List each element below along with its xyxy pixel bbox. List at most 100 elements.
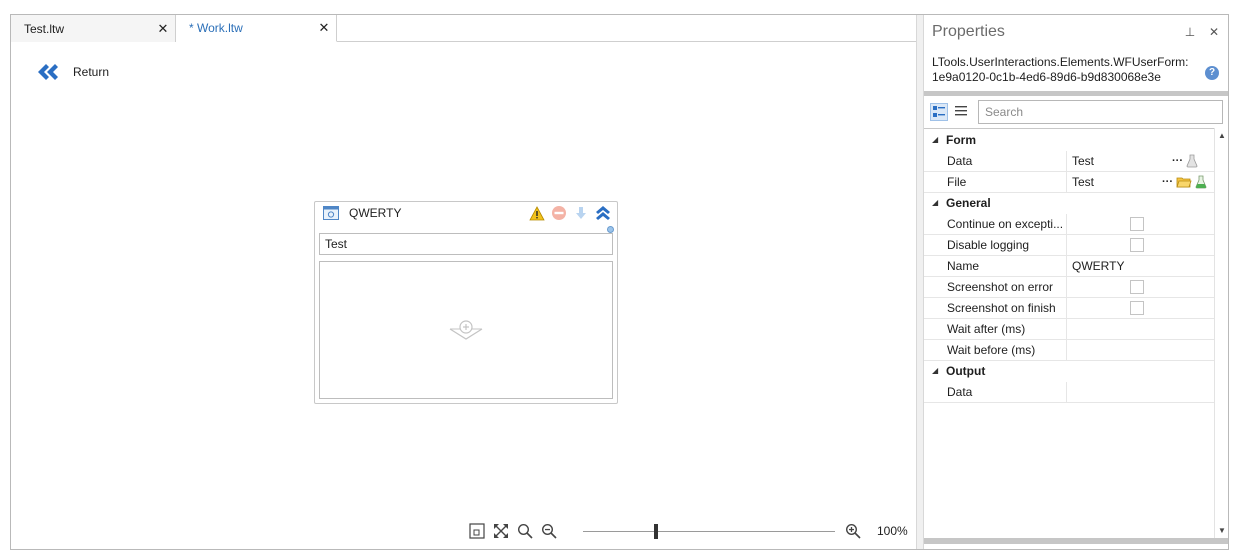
type-guid: 1e9a0120-0c1b-4ed6-89d6-b9d830068e3e <box>932 70 1161 84</box>
selected-object-type: LTools.UserInteractions.Elements.WFUserF… <box>932 55 1192 85</box>
close-icon[interactable]: ✕ <box>1204 25 1224 39</box>
screenshot-on-finish-checkbox[interactable] <box>1130 301 1144 315</box>
disable-logging-checkbox[interactable] <box>1130 238 1144 252</box>
property-name: Screenshot on error <box>947 277 1067 297</box>
category-output[interactable]: ◢ Output <box>924 361 1214 382</box>
property-row-wait-after[interactable]: Wait after (ms) <box>924 319 1214 340</box>
panel-title: Properties <box>932 23 1005 40</box>
magnifier-icon[interactable] <box>517 523 533 539</box>
form-window-icon <box>323 206 339 220</box>
return-button[interactable]: Return <box>35 63 109 81</box>
tab-close-icon[interactable]: ✕ <box>312 20 336 36</box>
flask-icon[interactable] <box>1186 154 1198 168</box>
expand-icon[interactable] <box>493 523 509 539</box>
activity-header: QWERTY <box>315 202 617 224</box>
tab-label: Test.ltw <box>24 21 65 36</box>
return-label: Return <box>73 65 110 79</box>
continue-on-exception-checkbox[interactable] <box>1130 217 1144 231</box>
type-name: LTools.UserInteractions.Elements.WFUserF… <box>932 55 1189 69</box>
panel-splitter[interactable] <box>916 15 924 549</box>
property-row-continue-on-exception[interactable]: Continue on excepti... <box>924 214 1214 235</box>
description-splitter[interactable] <box>924 538 1228 544</box>
zoom-slider-thumb[interactable] <box>654 524 659 539</box>
property-editors: ··· <box>1172 153 1198 169</box>
category-label: Form <box>946 133 976 147</box>
categorized-view-button[interactable] <box>930 103 948 121</box>
tab-close-icon[interactable]: ✕ <box>151 21 175 37</box>
zoom-toolbar: 100% <box>469 521 909 541</box>
property-name: File <box>947 172 1067 192</box>
property-row-disable-logging[interactable]: Disable logging <box>924 235 1214 256</box>
warning-icon[interactable] <box>529 205 545 221</box>
collapse-triangle-icon[interactable]: ◢ <box>932 135 938 144</box>
document-tab-strip: Test.ltw ✕ * Work.ltw ✕ <box>11 15 916 42</box>
zoom-out-icon[interactable] <box>541 523 557 539</box>
properties-header: Properties ⊥ ✕ <box>924 15 1228 49</box>
property-value[interactable] <box>1072 319 1172 339</box>
property-name: Wait after (ms) <box>947 319 1067 339</box>
folder-icon[interactable] <box>1176 175 1192 189</box>
collapse-chevron-up-icon[interactable] <box>595 205 611 221</box>
double-chevron-left-icon <box>38 64 58 80</box>
categorized-icon <box>933 106 945 117</box>
scroll-up-icon[interactable]: ▲ <box>1218 131 1226 140</box>
category-label: Output <box>946 364 986 378</box>
list-icon <box>955 106 967 116</box>
property-row-wait-before[interactable]: Wait before (ms) <box>924 340 1214 361</box>
pin-icon[interactable]: ⊥ <box>1180 25 1200 39</box>
property-row-file[interactable]: File Test ··· <box>924 172 1214 193</box>
alphabetical-view-button[interactable] <box>953 103 971 121</box>
property-name: Screenshot on finish <box>947 298 1067 318</box>
tab-work-ltw[interactable]: * Work.ltw ✕ <box>176 15 337 42</box>
activity-status-icons <box>529 205 611 221</box>
property-row-output-data[interactable]: Data <box>924 382 1214 403</box>
collapse-triangle-icon[interactable]: ◢ <box>932 366 938 375</box>
property-search-input[interactable]: Search <box>978 100 1223 124</box>
activity-title: QWERTY <box>349 206 402 220</box>
help-icon[interactable]: ? <box>1205 66 1219 80</box>
divider <box>924 91 1228 96</box>
error-disabled-icon[interactable] <box>551 205 567 221</box>
info-icon[interactable] <box>607 226 614 233</box>
properties-panel: Properties ⊥ ✕ LTools.UserInteractions.E… <box>924 15 1228 549</box>
green-flask-icon[interactable] <box>1195 175 1207 189</box>
property-value[interactable]: Test <box>1072 151 1172 171</box>
property-editors: ··· <box>1162 174 1207 190</box>
property-row-screenshot-on-error[interactable]: Screenshot on error <box>924 277 1214 298</box>
category-label: General <box>946 196 991 210</box>
property-row-name[interactable]: Name QWERTY <box>924 256 1214 277</box>
property-name: Wait before (ms) <box>947 340 1067 360</box>
add-activity-drop-icon[interactable] <box>448 318 484 342</box>
property-name: Disable logging <box>947 235 1067 255</box>
category-form[interactable]: ◢ Form <box>924 130 1214 151</box>
workflow-designer-canvas[interactable]: Return QWERTY Test 100% <box>11 43 916 549</box>
zoom-slider-track[interactable] <box>583 524 835 539</box>
user-form-activity[interactable]: QWERTY Test <box>314 201 618 404</box>
property-value[interactable] <box>1072 340 1172 360</box>
screenshot-on-error-checkbox[interactable] <box>1130 280 1144 294</box>
ellipsis-button[interactable]: ··· <box>1172 155 1183 167</box>
zoom-level-readout: 100% <box>877 524 908 538</box>
property-name: Data <box>947 151 1067 171</box>
properties-toolbar: Search <box>924 97 1228 127</box>
property-value[interactable] <box>1072 382 1172 402</box>
zoom-in-icon[interactable] <box>845 523 861 539</box>
property-name: Continue on excepti... <box>947 214 1067 234</box>
tab-label: * Work.ltw <box>189 21 243 35</box>
property-value[interactable]: Test <box>1072 172 1172 192</box>
collapse-triangle-icon[interactable]: ◢ <box>932 198 938 207</box>
arrow-down-icon[interactable] <box>573 205 589 221</box>
property-grid-scrollbar[interactable]: ▲ ▼ <box>1214 128 1228 538</box>
property-name: Name <box>947 256 1067 276</box>
category-general[interactable]: ◢ General <box>924 193 1214 214</box>
form-file-field[interactable]: Test <box>319 233 613 255</box>
tab-test-ltw[interactable]: Test.ltw ✕ <box>11 15 176 42</box>
property-value[interactable]: QWERTY <box>1072 256 1172 276</box>
activity-drop-zone[interactable] <box>319 261 613 399</box>
scroll-down-icon[interactable]: ▼ <box>1218 526 1226 535</box>
property-row-screenshot-on-finish[interactable]: Screenshot on finish <box>924 298 1214 319</box>
ellipsis-button[interactable]: ··· <box>1162 176 1173 188</box>
app-frame: Test.ltw ✕ * Work.ltw ✕ Return QWERTY Te… <box>10 14 1229 550</box>
fit-to-screen-icon[interactable] <box>469 523 485 539</box>
property-row-data[interactable]: Data Test ··· <box>924 151 1214 172</box>
